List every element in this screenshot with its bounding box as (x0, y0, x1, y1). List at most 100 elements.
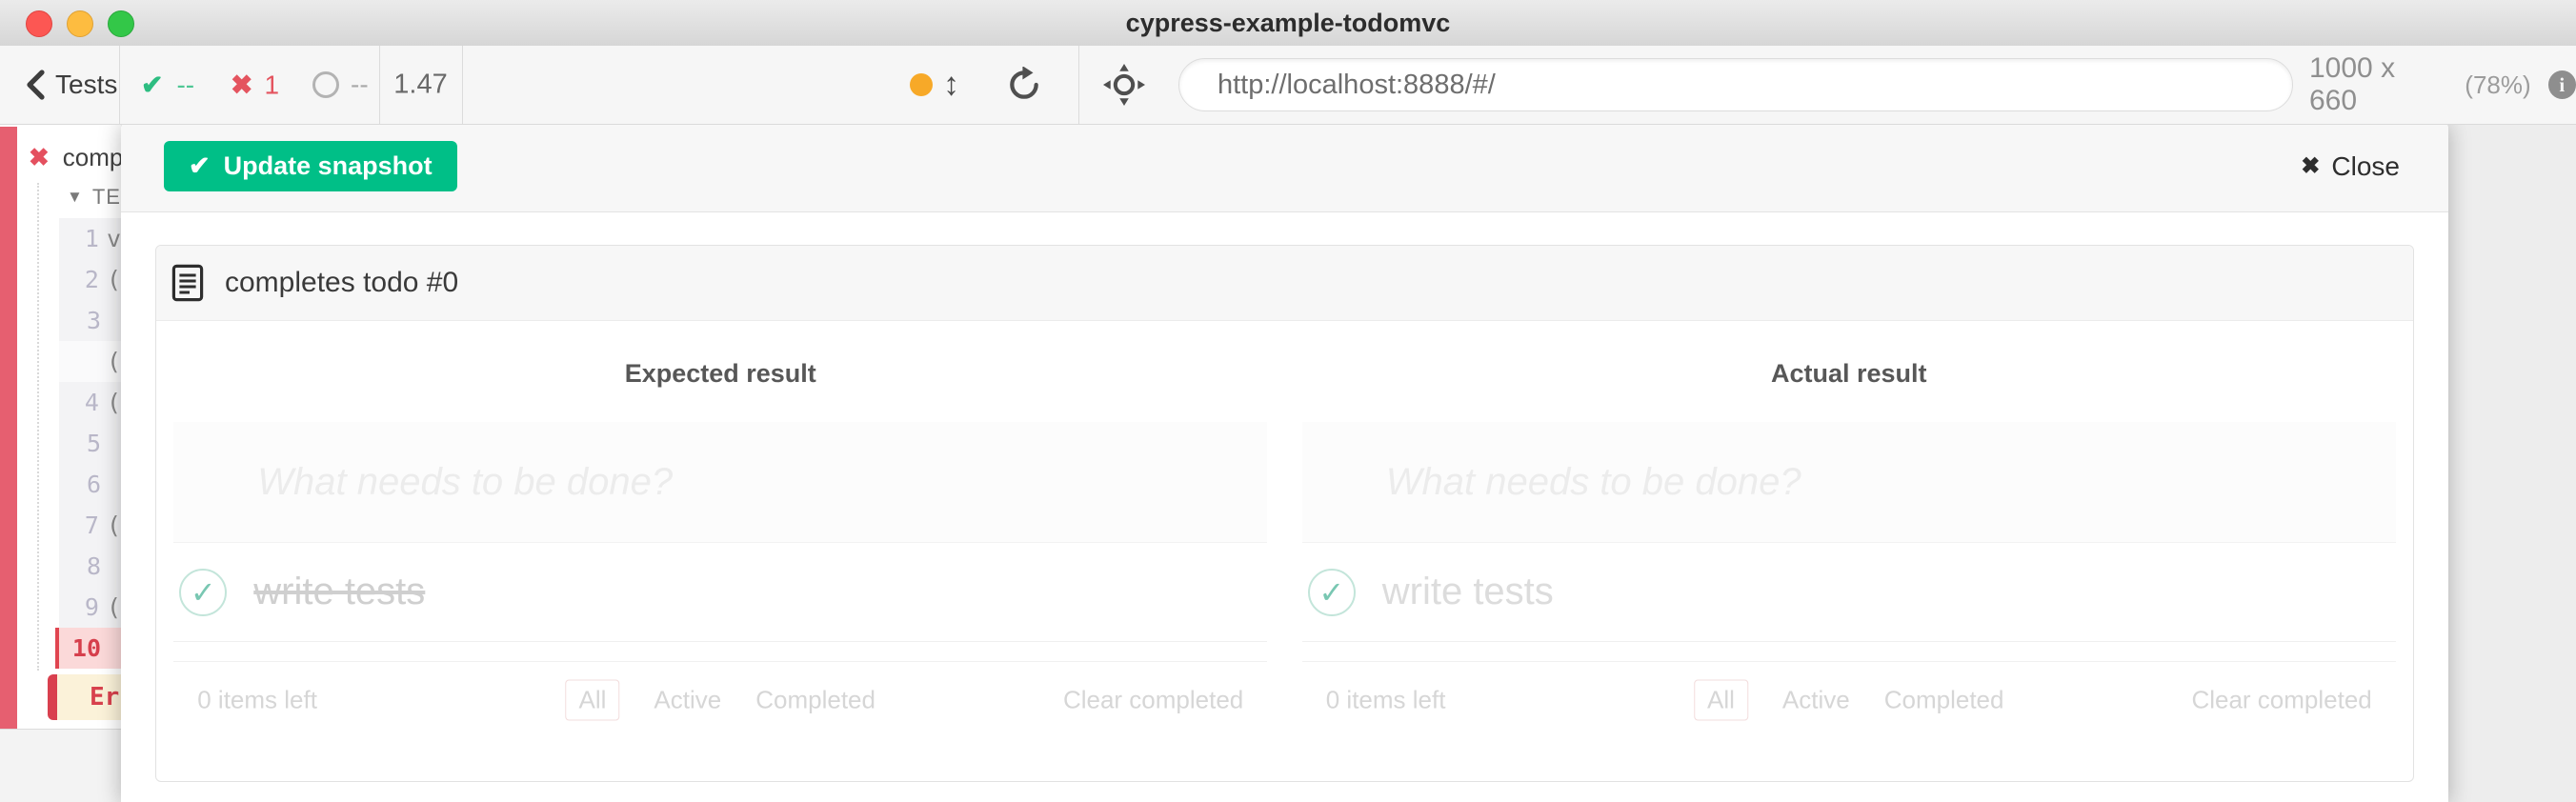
check-icon: ✔ (189, 151, 211, 181)
reload-icon[interactable] (1006, 67, 1042, 103)
todo-filters: All Active Completed (1694, 680, 2003, 721)
update-snapshot-button[interactable]: ✔ Update snapshot (164, 141, 457, 191)
chevron-left-icon (25, 70, 46, 100)
pending-circle-icon (312, 71, 339, 98)
viewport-scale: (78%) (2465, 70, 2530, 100)
toolbar-divider (119, 46, 120, 124)
filter-all: All (1694, 680, 1748, 721)
todo-input-row: What needs to be done? (173, 422, 1267, 543)
actual-pane: Actual result What needs to be done? ✓ w… (1285, 321, 2414, 738)
viewport-info: 1000 x 660 (78%) i (2309, 52, 2576, 117)
filter-completed: Completed (755, 686, 875, 715)
toolbar-divider (462, 46, 463, 124)
toolbar-divider (1078, 46, 1079, 124)
reporter-sidebar: ✖ compl ▼ TES 1v 2( 3 ( 4( 5 6 7( 8 9( 1… (0, 124, 121, 802)
passed-check-icon: ✔ (141, 70, 163, 101)
code-line: ( (59, 341, 121, 382)
error-banner: Error: (48, 674, 121, 720)
close-label: Close (2331, 151, 2400, 182)
close-window-button[interactable] (26, 10, 52, 37)
snapshot-test-header: completes todo #0 (156, 246, 2413, 321)
stat-passed: ✔ -- (141, 70, 194, 101)
todo-item-row: ✓ write tests (173, 543, 1267, 642)
todo-toggle-check-icon: ✓ (179, 569, 227, 616)
code-line: 8 (59, 546, 121, 587)
clear-completed-label: Clear completed (1063, 686, 1243, 715)
indent-guide (37, 183, 39, 671)
expected-heading: Expected result (156, 359, 1285, 389)
snapshot-box: completes todo #0 Expected result What n… (155, 245, 2414, 782)
todo-item-label: write tests (1382, 571, 1554, 613)
failed-test-row[interactable]: ✖ compl (29, 143, 121, 172)
todo-toggle-check-icon: ✓ (1308, 569, 1356, 616)
code-frame: 1v 2( 3 ( 4( 5 6 7( 8 9( 10 (59, 218, 121, 669)
todo-footer: 0 items left All Active Completed Clear … (1302, 661, 2396, 738)
reporter-footer (0, 729, 121, 802)
code-line: 9( (59, 587, 121, 628)
failed-test-strip (0, 127, 17, 729)
comparison-panes: Expected result What needs to be done? ✓… (156, 321, 2413, 738)
snapshot-dialog-header: ✔ Update snapshot ✖ Close (121, 121, 2448, 212)
passed-count: -- (176, 70, 194, 100)
test-title-clipped: compl (63, 143, 121, 172)
close-button[interactable]: ✖ Close (2295, 150, 2405, 183)
suite-label: TES (92, 185, 121, 210)
back-to-tests-button[interactable]: Tests (25, 70, 117, 100)
window-titlebar: cypress-example-todomvc (0, 0, 2576, 47)
stat-pending: -- (312, 70, 369, 100)
todo-input-placeholder: What needs to be done? (257, 461, 673, 504)
failed-x-icon: ✖ (231, 70, 252, 101)
code-line: 6 (59, 464, 121, 505)
todo-item-row: ✓ write tests (1302, 543, 2396, 642)
clear-completed-label: Clear completed (2191, 686, 2371, 715)
close-icon: ✖ (2301, 152, 2320, 180)
expected-snapshot-preview: What needs to be done? ✓ write tests 0 i… (173, 422, 1267, 738)
url-text: http://localhost:8888/#/ (1218, 70, 1496, 101)
viewport-resize-icon[interactable]: ↕ (943, 67, 959, 104)
status-dot (910, 73, 933, 96)
address-bar[interactable]: http://localhost:8888/#/ (1178, 58, 2293, 111)
filter-active: Active (654, 686, 721, 715)
todo-input-row: What needs to be done? (1302, 422, 2396, 543)
code-line: 5 (59, 423, 121, 464)
code-line: 1v (59, 218, 121, 259)
actual-heading: Actual result (1285, 359, 2414, 389)
code-line: 7( (59, 505, 121, 546)
selector-playground-crosshair-icon[interactable] (1103, 64, 1145, 106)
info-icon[interactable]: i (2548, 70, 2576, 99)
todo-footer: 0 items left All Active Completed Clear … (173, 661, 1267, 738)
todo-input-placeholder: What needs to be done? (1386, 461, 1801, 504)
tests-label: Tests (55, 70, 117, 100)
filter-active: Active (1782, 686, 1850, 715)
suite-toggle[interactable]: ▼ TES (67, 185, 121, 210)
minimize-window-button[interactable] (67, 10, 93, 37)
failed-count: 1 (264, 70, 279, 100)
cypress-toolbar: Tests ✔ -- ✖ 1 -- 1.47 ↕ (0, 46, 2576, 125)
filter-completed: Completed (1884, 686, 2004, 715)
filter-all: All (566, 680, 620, 721)
app-window: ✖ compl ▼ TES 1v 2( 3 ( 4( 5 6 7( 8 9( 1… (0, 0, 2576, 802)
todo-item-label: write tests (253, 571, 425, 613)
test-fail-x-icon: ✖ (29, 143, 50, 172)
caret-down-icon: ▼ (67, 188, 83, 207)
actual-snapshot-preview: What needs to be done? ✓ write tests 0 i… (1302, 422, 2396, 738)
code-line: 4( (59, 382, 121, 423)
test-duration: 1.47 (379, 70, 462, 101)
code-line-error: 10 (55, 628, 121, 669)
test-title: completes todo #0 (225, 267, 458, 299)
stat-failed: ✖ 1 (231, 70, 279, 101)
code-line: 2( (59, 259, 121, 300)
viewport-size: 1000 x 660 (2309, 52, 2447, 117)
window-title: cypress-example-todomvc (1126, 9, 1451, 38)
items-left-label: 0 items left (197, 686, 317, 715)
traffic-lights (26, 10, 134, 37)
error-label: Error: (90, 683, 121, 712)
snapshot-dialog: ✔ Update snapshot ✖ Close comple (121, 121, 2448, 802)
document-icon (171, 264, 204, 302)
items-left-label: 0 items left (1326, 686, 1446, 715)
snapshot-dialog-body: completes todo #0 Expected result What n… (121, 212, 2448, 782)
expected-pane: Expected result What needs to be done? ✓… (156, 321, 1285, 738)
update-snapshot-label: Update snapshot (224, 151, 433, 181)
zoom-window-button[interactable] (108, 10, 134, 37)
pending-count: -- (351, 70, 369, 100)
